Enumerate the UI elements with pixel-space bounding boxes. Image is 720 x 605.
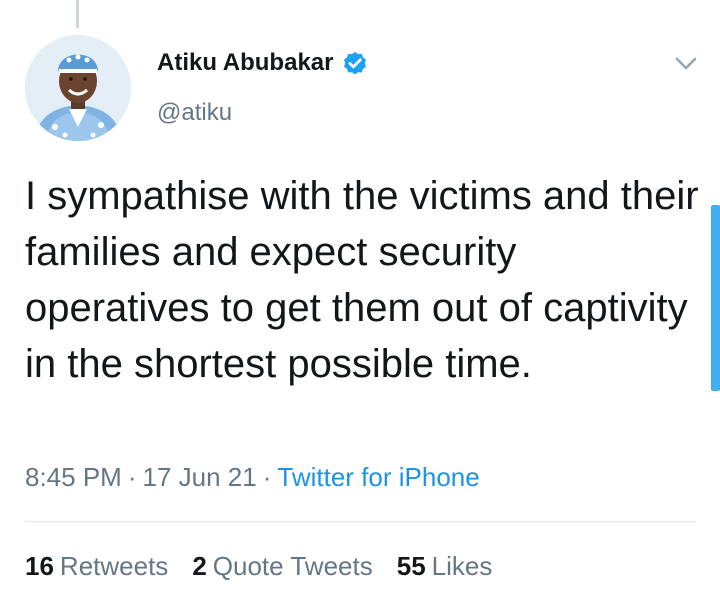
verified-badge-icon: [341, 49, 369, 77]
thread-connector-line: [76, 0, 79, 28]
retweets-count: 16: [25, 551, 54, 581]
tweet-text: I sympathise with the victims and their …: [25, 174, 699, 386]
engagement-stats: 16 Retweets 2 Quote Tweets 55 Likes: [25, 549, 516, 583]
scrollbar[interactable]: [711, 205, 720, 391]
divider: [25, 521, 696, 522]
likes-stat[interactable]: 55 Likes: [397, 549, 493, 583]
retweets-label: Retweets: [59, 551, 169, 581]
tweet-source-link[interactable]: Twitter for iPhone: [277, 462, 479, 492]
likes-label: Likes: [431, 551, 493, 581]
tweet-date: 17 Jun 21: [142, 462, 257, 492]
author-name-row[interactable]: Atiku Abubakar: [157, 48, 369, 78]
separator-dot: ·: [262, 462, 272, 492]
avatar[interactable]: [25, 35, 131, 141]
author-display-name[interactable]: Atiku Abubakar: [157, 48, 333, 78]
quote-tweets-label: Quote Tweets: [212, 551, 373, 581]
author-handle[interactable]: @atiku: [157, 98, 232, 128]
quote-tweets-stat[interactable]: 2 Quote Tweets: [192, 549, 372, 583]
separator-dot: ·: [127, 462, 137, 492]
quote-tweets-count: 2: [192, 551, 207, 581]
tweet-metadata: 8:45 PM · 17 Jun 21 · Twitter for iPhone: [25, 460, 480, 494]
retweets-stat[interactable]: 16 Retweets: [25, 549, 168, 583]
chevron-down-icon[interactable]: [672, 52, 700, 74]
tweet-time: 8:45 PM: [25, 462, 122, 492]
avatar-image: [25, 35, 131, 141]
likes-count: 55: [396, 551, 426, 581]
